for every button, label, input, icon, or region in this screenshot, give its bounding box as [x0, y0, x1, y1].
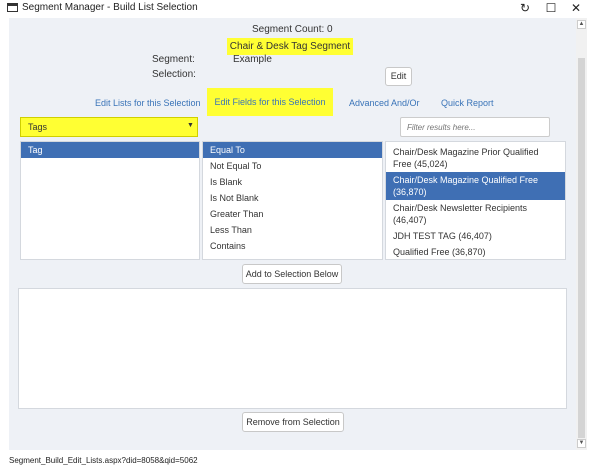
- filter-input[interactable]: [400, 117, 550, 137]
- operator-item[interactable]: Equal To: [203, 142, 382, 158]
- selection-label: Selection:: [152, 69, 196, 80]
- segment-name: Chair & Desk Tag Segment: [227, 38, 353, 55]
- operator-item[interactable]: Not Equal To: [203, 158, 382, 174]
- results-panel: Chair/Desk Magazine Prior Qualified Free…: [385, 141, 566, 260]
- remove-from-selection-button[interactable]: Remove from Selection: [242, 412, 344, 432]
- status-url: Segment_Build_Edit_Lists.aspx?did=8058&q…: [9, 456, 198, 465]
- scroll-down-icon[interactable]: ▼: [577, 439, 586, 448]
- window-title: Segment Manager - Build List Selection: [22, 2, 198, 13]
- status-bar: Segment_Build_Edit_Lists.aspx?did=8058&q…: [0, 450, 596, 473]
- operators-panel: Equal To Not Equal To Is Blank Is Not Bl…: [202, 141, 383, 260]
- field-dropdown[interactable]: Tags ▼: [20, 117, 198, 137]
- field-dropdown-value: Tags: [28, 122, 48, 132]
- close-icon[interactable]: ✕: [566, 1, 586, 15]
- refresh-icon[interactable]: ↻: [515, 1, 535, 15]
- operator-item[interactable]: Is Blank: [203, 174, 382, 190]
- maximize-icon[interactable]: ☐: [541, 1, 561, 15]
- segment-label: Segment:: [152, 54, 195, 65]
- result-item[interactable]: Chair/Desk Magazine Qualified Free (36,8…: [386, 172, 565, 200]
- scroll-up-icon[interactable]: ▲: [577, 20, 586, 29]
- segment-value: Example: [233, 54, 272, 65]
- tab-quick-report[interactable]: Quick Report: [441, 98, 494, 108]
- operator-item[interactable]: Contains: [203, 238, 382, 254]
- tab-edit-lists[interactable]: Edit Lists for this Selection: [95, 98, 201, 108]
- result-item[interactable]: JDH TEST TAG (46,407): [386, 228, 565, 244]
- chevron-down-icon: ▼: [187, 122, 194, 129]
- result-item[interactable]: Chair/Desk Magazine Prior Qualified Free…: [386, 144, 565, 172]
- edit-button[interactable]: Edit: [385, 67, 412, 86]
- result-item[interactable]: Qualified Free (36,870): [386, 244, 565, 260]
- tab-advanced-and-or[interactable]: Advanced And/Or: [349, 98, 420, 108]
- fields-panel: Tag: [20, 141, 200, 260]
- operator-item[interactable]: Less Than: [203, 222, 382, 238]
- fields-panel-header[interactable]: Tag: [21, 142, 199, 158]
- title-bar: Segment Manager - Build List Selection ↻…: [0, 0, 596, 18]
- main-content: Segment Count: 0 Chair & Desk Tag Segmen…: [9, 18, 576, 450]
- vertical-scrollbar[interactable]: ▲ ▼: [576, 18, 587, 450]
- selection-box[interactable]: [18, 288, 567, 409]
- tab-edit-fields[interactable]: Edit Fields for this Selection: [207, 88, 333, 116]
- operator-item[interactable]: Greater Than: [203, 206, 382, 222]
- window-icon: [7, 3, 18, 12]
- segment-count: Segment Count: 0: [252, 24, 333, 35]
- add-to-selection-button[interactable]: Add to Selection Below: [242, 264, 342, 284]
- result-item[interactable]: Chair/Desk Newsletter Recipients (46,407…: [386, 200, 565, 228]
- scrollbar-thumb[interactable]: [578, 58, 585, 438]
- operator-item[interactable]: Is Not Blank: [203, 190, 382, 206]
